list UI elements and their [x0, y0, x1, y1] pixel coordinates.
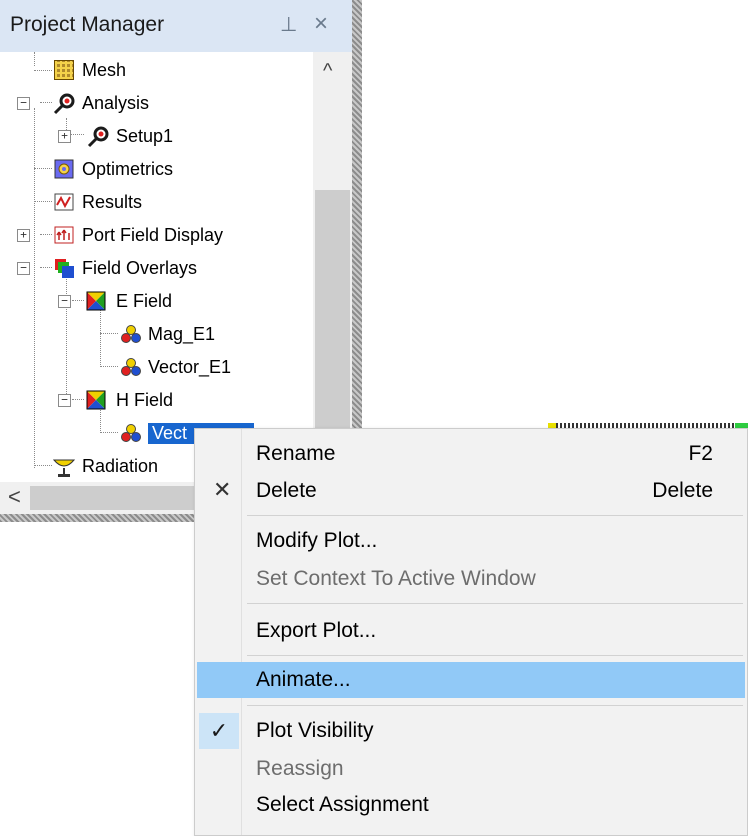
menu-item-label: Modify Plot... [256, 529, 378, 552]
horizontal-scroll-thumb[interactable] [30, 486, 200, 510]
overlay-plot-icon [120, 324, 141, 344]
close-icon[interactable]: × [314, 10, 328, 38]
menu-item-shortcut: Delete [652, 479, 713, 502]
delete-icon: ✕ [213, 477, 232, 502]
tree-item-label: Setup1 [116, 126, 174, 146]
expand-expander[interactable]: + [58, 130, 71, 143]
tree-item-label: Optimetrics [82, 159, 174, 179]
results-icon [54, 192, 74, 212]
menu-item-label: Animate... [256, 668, 351, 691]
menu-item-label: Set Context To Active Window [256, 567, 536, 590]
tree-item-label: Port Field Display [82, 225, 224, 245]
field-overlays-icon [54, 258, 74, 278]
collapse-expander[interactable]: − [58, 394, 71, 407]
collapse-expander[interactable]: − [17, 97, 30, 110]
project-tree: Mesh − Analysis + Setup1 Optimetrics Res… [0, 52, 313, 482]
tree-item-mag-e1[interactable]: Mag_E1 [0, 319, 313, 349]
tree-item-label: H Field [116, 390, 174, 410]
setup-icon [86, 126, 109, 148]
overlay-plot-icon [120, 357, 141, 377]
menu-item-shortcut: F2 [688, 442, 713, 465]
tree-item-field-overlays[interactable]: − Field Overlays [0, 253, 313, 283]
menu-item-label: Select Assignment [256, 793, 429, 816]
menu-item-delete[interactable]: ✕ Delete Delete [197, 473, 745, 509]
context-menu: Rename F2 ✕ Delete Delete Modify Plot...… [194, 428, 748, 836]
port-field-display-icon [54, 225, 74, 245]
menu-item-set-context-to-active-window: Set Context To Active Window [197, 561, 745, 597]
tree-item-results[interactable]: Results [0, 187, 313, 217]
analysis-icon [52, 93, 75, 115]
menu-separator [247, 705, 743, 706]
menu-item-label: Export Plot... [256, 619, 377, 642]
tree-item-label: Vector_E1 [148, 357, 232, 377]
tree-item-analysis[interactable]: − Analysis [0, 88, 313, 118]
tree-item-label: E Field [116, 291, 173, 311]
expand-expander[interactable]: + [17, 229, 30, 242]
tree-item-e-field[interactable]: − E Field [0, 286, 313, 316]
menu-item-export-plot[interactable]: Export Plot... [197, 613, 745, 649]
mesh-icon [54, 60, 74, 80]
tree-item-optimetrics[interactable]: Optimetrics [0, 154, 313, 184]
optimetrics-icon [54, 159, 74, 179]
field-quantity-icon [86, 291, 106, 311]
tree-item-label: Analysis [82, 93, 150, 113]
tree-item-h-field[interactable]: − H Field [0, 385, 313, 415]
menu-item-animate[interactable]: Animate... [197, 662, 745, 698]
menu-item-select-assignment[interactable]: Select Assignment [197, 787, 745, 823]
field-quantity-icon [86, 390, 106, 410]
collapse-expander[interactable]: − [58, 295, 71, 308]
menu-item-modify-plot[interactable]: Modify Plot... [197, 523, 745, 559]
tree-item-label: Field Overlays [82, 258, 198, 278]
menu-item-plot-visibility[interactable]: ✓ Plot Visibility [197, 713, 745, 749]
panel-title: Project Manager [10, 13, 165, 36]
tree-item-label: Radiation [82, 456, 159, 476]
radiation-icon [52, 456, 76, 477]
menu-item-label: Plot Visibility [256, 719, 374, 742]
menu-item-rename[interactable]: Rename F2 [197, 436, 745, 472]
overlay-plot-icon [120, 423, 141, 443]
menu-separator [247, 603, 743, 604]
pin-icon[interactable]: ⊥ [280, 12, 297, 37]
scroll-up-icon[interactable]: ^ [323, 60, 332, 83]
menu-item-label: Delete [256, 479, 317, 502]
tree-item-label: Mag_E1 [148, 324, 216, 344]
tree-item-setup1[interactable]: + Setup1 [0, 121, 313, 151]
checkmark-icon: ✓ [199, 713, 239, 749]
menu-item-label: Rename [256, 442, 336, 465]
collapse-expander[interactable]: − [17, 262, 30, 275]
scroll-left-icon[interactable]: < [8, 484, 21, 510]
panel-title-bar: Project Manager ⊥ × [0, 0, 352, 52]
tree-item-vector-e1[interactable]: Vector_E1 [0, 352, 313, 382]
menu-separator [247, 655, 743, 656]
tree-item-label: Results [82, 192, 143, 212]
menu-separator [247, 515, 743, 516]
vertical-scrollbar[interactable]: ^ [313, 52, 352, 482]
tree-item-label: Mesh [82, 60, 127, 80]
tree-item-mesh[interactable]: Mesh [0, 55, 313, 85]
menu-item-reassign: Reassign [197, 751, 745, 787]
menu-item-label: Reassign [256, 757, 344, 780]
tree-item-port-field-display[interactable]: + Port Field Display [0, 220, 313, 250]
